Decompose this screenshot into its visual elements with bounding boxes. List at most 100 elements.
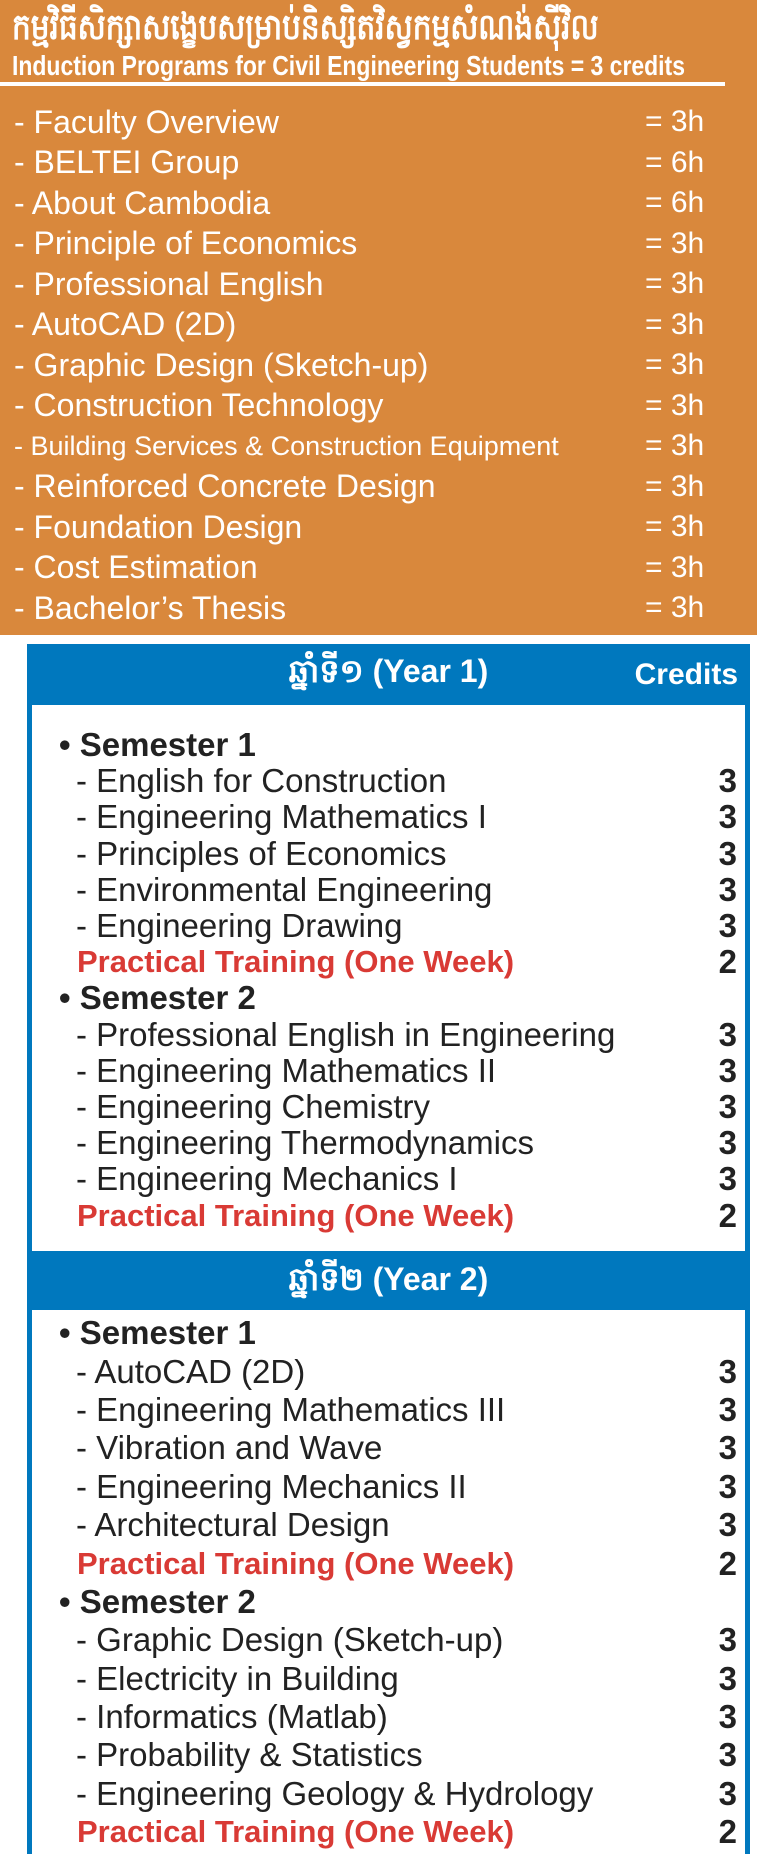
induction-section: កម្មវិធីសិក្សាសង្ខេបសម្រាប់និស្សិតវិស្វក…: [0, 0, 757, 635]
induction-item: - Graphic Design (Sketch-up) = 3h: [14, 345, 749, 386]
induction-item: - AutoCAD (2D) = 3h: [14, 305, 749, 346]
induction-list: - Faculty Overview = 3h - BELTEI Group = 6h…: [14, 102, 749, 629]
course-row: - AutoCAD (2D) 3: [32, 1352, 745, 1390]
induction-item-hours: = 3h: [645, 307, 705, 341]
course-row: - Engineering Mathematics I 3: [32, 798, 745, 836]
year-1-courses: Semester 1- English for Construction3- E…: [32, 705, 745, 1251]
induction-item-hours: = 3h: [645, 348, 705, 382]
induction-item: - Cost Estimation = 3h: [14, 548, 749, 589]
course-label: - Graphic Design (Sketch-up): [76, 1621, 504, 1659]
induction-item-hours: = 3h: [645, 550, 705, 584]
induction-item-label: - Cost Estimation: [14, 549, 258, 586]
induction-item: - BELTEI Group = 6h: [14, 143, 749, 184]
induction-item-label: - BELTEI Group: [14, 144, 240, 181]
course-label: Semester 1: [32, 1314, 256, 1352]
course-label: Practical Training (One Week): [77, 1197, 515, 1233]
course-credits: 3: [718, 1659, 737, 1697]
course-row: - Engineering Mechanics I 3: [32, 1160, 745, 1198]
induction-item-hours: = 3h: [645, 226, 705, 260]
year-2-courses: Semester 1- AutoCAD (2D)3- Engineering M…: [32, 1310, 745, 1870]
course-row: - Engineering Mathematics III 3: [32, 1391, 745, 1429]
course-label: - Engineering Drawing: [76, 907, 403, 945]
induction-item-label: - Professional English: [14, 265, 324, 302]
course-label: - Engineering Mathematics II: [76, 1051, 497, 1089]
course-label: - Vibration and Wave: [76, 1429, 383, 1467]
semester-heading: Semester 1: [32, 726, 745, 764]
course-row: - Environmental Engineering 3: [32, 870, 745, 908]
course-row: - Vibration and Wave 3: [32, 1429, 745, 1467]
course-label: - Professional English in Engineering: [76, 1015, 616, 1053]
course-credits: 3: [718, 870, 737, 908]
course-label: - Engineering Mechanics II: [76, 1467, 467, 1505]
course-row: - Electricity in Building 3: [32, 1660, 745, 1698]
course-label: Semester 2: [32, 979, 256, 1017]
induction-item-hours: = 3h: [645, 429, 705, 463]
course-label: - Informatics (Matlab): [76, 1698, 388, 1736]
semester-heading: Semester 2: [32, 979, 745, 1017]
year-1-header: ឆ្នាំទី១ (Year 1) Credits: [27, 644, 750, 705]
course-credits: 3: [718, 1736, 737, 1774]
course-credits: 3: [718, 798, 737, 836]
course-label: - Environmental Engineering: [76, 870, 493, 908]
credits-header: Credits: [634, 657, 738, 691]
course-label: Semester 1: [32, 726, 256, 764]
course-row: - Informatics (Matlab) 3: [32, 1698, 745, 1736]
course-row: - Probability & Statistics 3: [32, 1736, 745, 1774]
induction-item-hours: = 3h: [645, 267, 705, 301]
induction-item-hours: = 3h: [645, 469, 705, 503]
course-label: - Engineering Chemistry: [76, 1087, 430, 1125]
course-credits: 3: [718, 1160, 737, 1198]
course-label: - AutoCAD (2D): [76, 1352, 306, 1390]
course-credits: 3: [718, 762, 737, 800]
year-2-header: ឆ្នាំទី២ (Year 2): [27, 1255, 750, 1310]
induction-item: - Foundation Design = 3h: [14, 507, 749, 548]
course-row: - Architectural Design 3: [32, 1506, 745, 1544]
induction-item-label: - Graphic Design (Sketch-up): [14, 346, 429, 383]
course-label: - Principles of Economics: [76, 834, 447, 872]
induction-item-label: - Faculty Overview: [14, 103, 279, 140]
course-label: - Architectural Design: [76, 1506, 390, 1544]
course-label: Practical Training (One Week): [77, 944, 515, 980]
induction-item-hours: = 6h: [645, 145, 705, 179]
course-credits: 3: [718, 1015, 737, 1053]
induction-item: - Construction Technology = 3h: [14, 386, 749, 427]
induction-item-label: - Foundation Design: [14, 508, 303, 545]
practical-training-row: Practical Training (One Week) 2: [32, 943, 745, 981]
induction-item-hours: = 3h: [645, 388, 705, 422]
induction-item: - Bachelor’s Thesis = 3h: [14, 588, 749, 629]
course-credits: 2: [718, 1544, 737, 1582]
course-credits: 3: [718, 1390, 737, 1428]
course-credits: 2: [718, 943, 737, 981]
course-label: Practical Training (One Week): [77, 1545, 515, 1581]
induction-item: - About Cambodia = 6h: [14, 183, 749, 224]
year-1-title: ឆ្នាំទី១ (Year 1): [288, 653, 489, 689]
induction-item-hours: = 3h: [645, 105, 705, 139]
course-credits: 3: [718, 1467, 737, 1505]
course-row: - Professional English in Engineering 3: [32, 1015, 745, 1053]
course-label: - Engineering Geology & Hydrology: [76, 1774, 594, 1812]
course-label: Semester 2: [32, 1583, 256, 1621]
title-underline: [0, 82, 725, 86]
course-row: - Engineering Chemistry 3: [32, 1087, 745, 1125]
course-label: - Probability & Statistics: [76, 1736, 423, 1774]
course-label: - Engineering Mathematics I: [76, 798, 487, 836]
practical-training-row: Practical Training (One Week) 2: [32, 1196, 745, 1234]
title-english: Induction Programs for Civil Engineering…: [12, 50, 685, 81]
course-credits: 2: [718, 1196, 737, 1234]
course-label: - Engineering Mathematics III: [76, 1390, 506, 1428]
course-credits: 3: [718, 1352, 737, 1390]
course-credits: 3: [718, 1506, 737, 1544]
course-label: - Engineering Thermodynamics: [76, 1124, 534, 1162]
course-credits: 3: [718, 907, 737, 945]
practical-training-row: Practical Training (One Week) 2: [32, 1544, 745, 1582]
course-credits: 3: [718, 1774, 737, 1812]
induction-item: - Reinforced Concrete Design = 3h: [14, 467, 749, 508]
induction-item-label: - About Cambodia: [14, 184, 271, 221]
course-credits: 3: [718, 1429, 737, 1467]
induction-item-hours: = 6h: [645, 186, 705, 220]
induction-item-label: - Bachelor’s Thesis: [14, 589, 287, 626]
course-label: Practical Training (One Week): [77, 1814, 515, 1850]
course-row: - English for Construction 3: [32, 762, 745, 800]
course-credits: 3: [718, 1621, 737, 1659]
induction-item-label: - Principle of Economics: [14, 225, 358, 262]
